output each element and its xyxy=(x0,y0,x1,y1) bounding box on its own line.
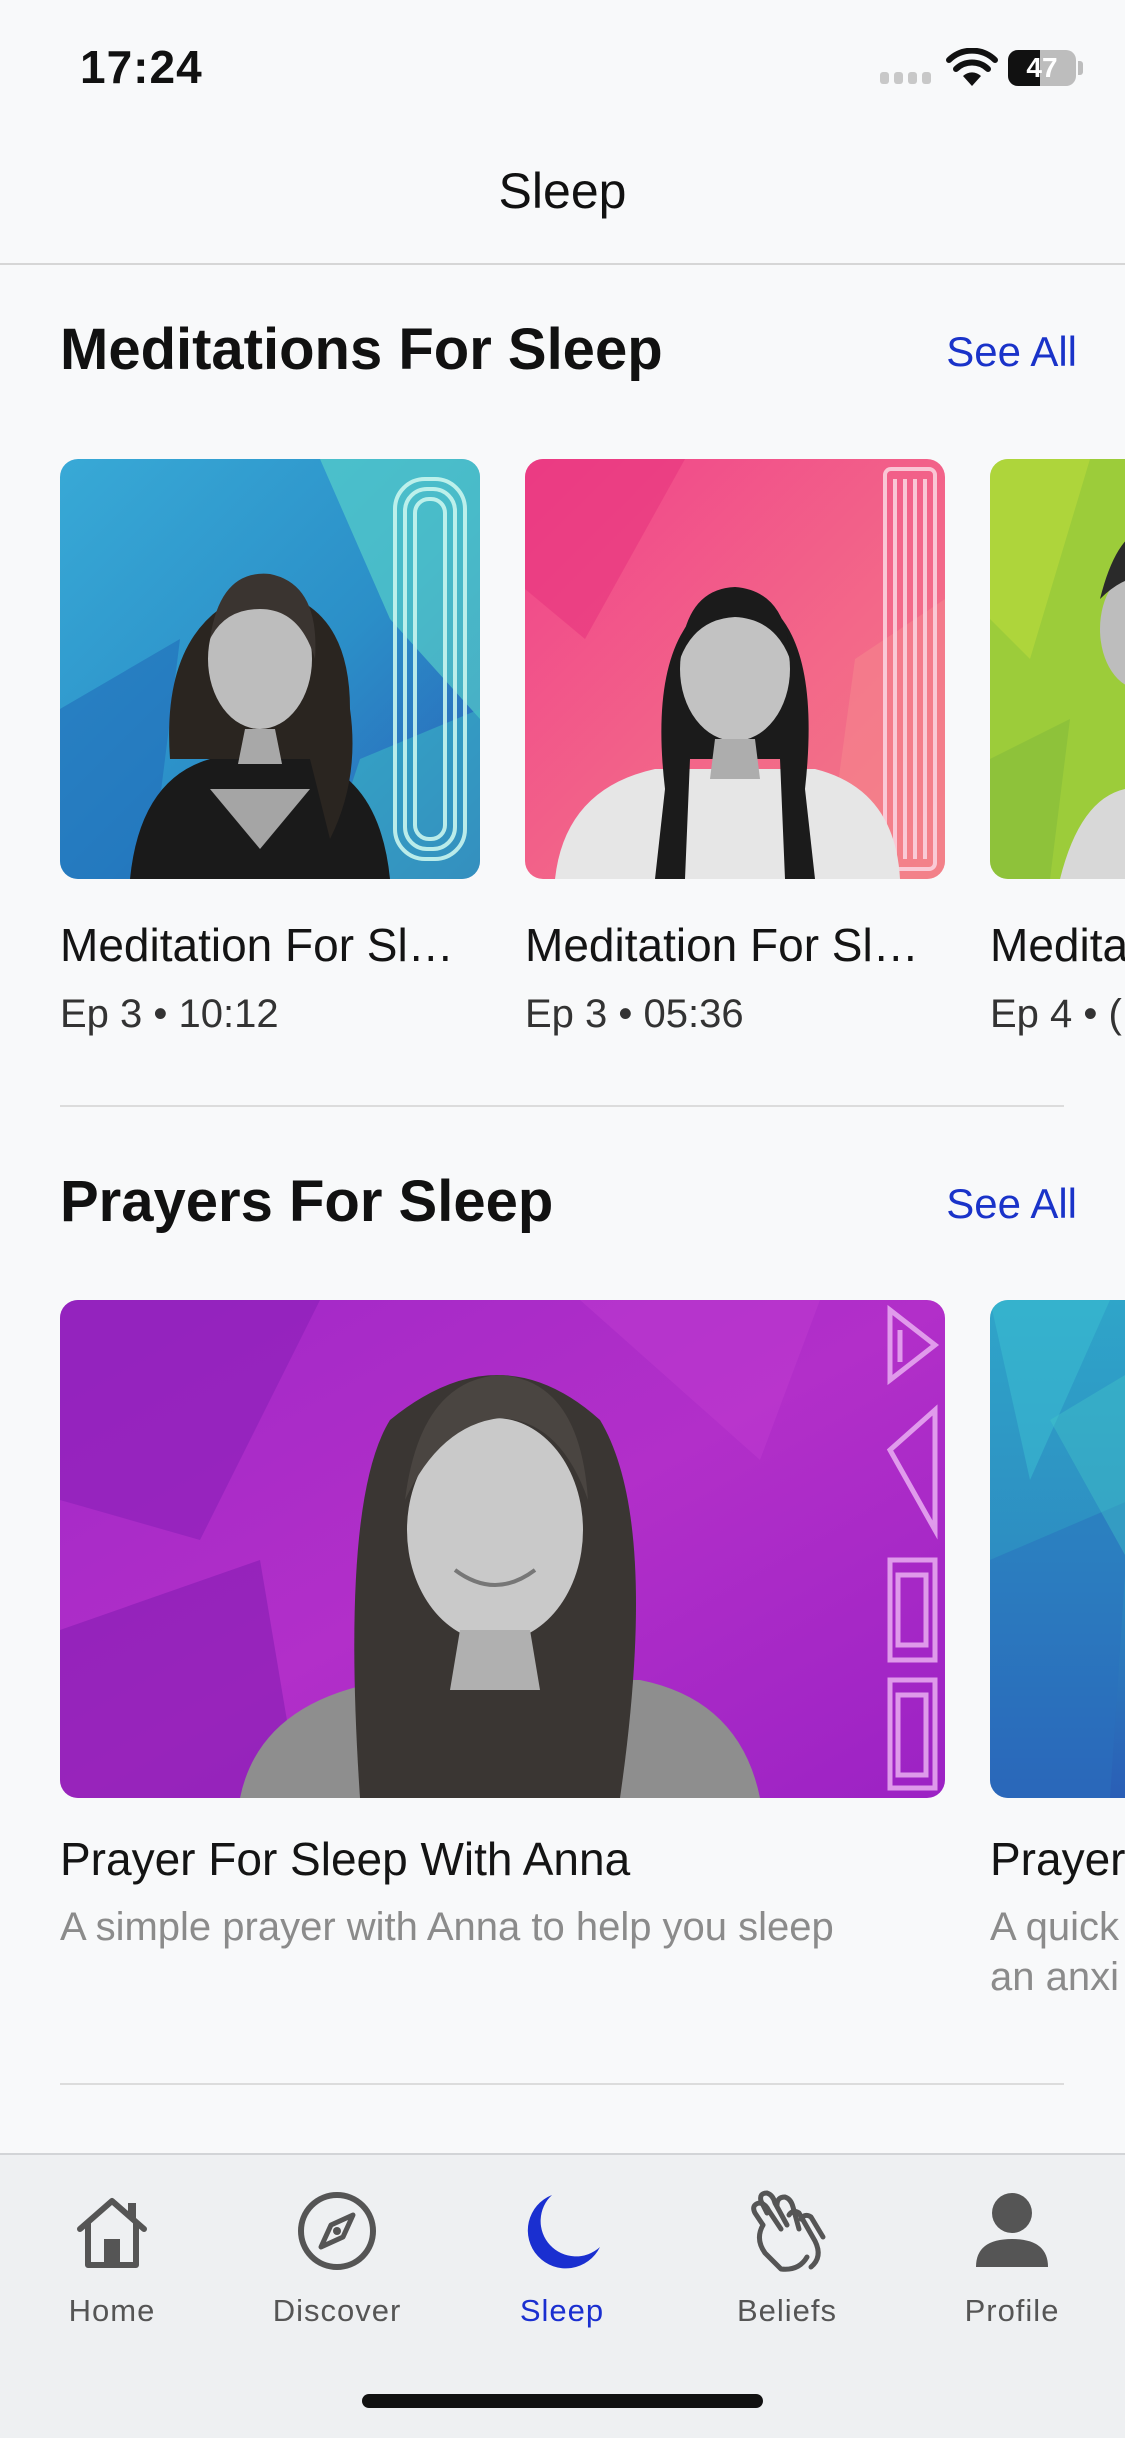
moon-icon xyxy=(527,2195,600,2269)
prayer-card-title-2: Prayer xyxy=(990,1833,1125,1885)
meditation-card-meta-1: Ep 3 • 10:12 xyxy=(60,992,279,1036)
see-all-meditations-link[interactable]: See All xyxy=(946,328,1077,376)
section-divider-1 xyxy=(60,1105,1064,1107)
praying-hands-icon xyxy=(751,2190,826,2272)
meditation-card-meta-3: Ep 4 • ( xyxy=(990,992,1122,1036)
prayer-card-subtitle-2-line2: an anxi xyxy=(990,1955,1119,1999)
tab-profile[interactable]: Profile xyxy=(912,2185,1112,2329)
prayer-thumbnail-1 xyxy=(60,1300,945,1798)
page-title: Sleep xyxy=(498,163,627,219)
prayer-card-subtitle-1: A simple prayer with Anna to help you sl… xyxy=(60,1905,834,1949)
meditation-thumbnail-1 xyxy=(60,459,480,879)
battery-level: 47 xyxy=(1026,52,1058,83)
prayer-thumbnail-2 xyxy=(990,1300,1125,1798)
meditation-card-title-1: Meditation For Sl… xyxy=(60,919,454,971)
meditation-thumbnail-2 xyxy=(525,459,945,879)
nav-divider xyxy=(0,263,1125,265)
status-bar: 17:24 47 xyxy=(0,0,1125,130)
cellular-signal-icon xyxy=(880,72,931,84)
section-divider-2 xyxy=(60,2083,1064,2085)
compass-icon xyxy=(298,2192,376,2270)
meditation-card-meta-2: Ep 3 • 05:36 xyxy=(525,992,744,1036)
see-all-prayers-link[interactable]: See All xyxy=(946,1180,1077,1228)
house-icon xyxy=(77,2198,147,2268)
tab-profile-label: Profile xyxy=(964,2293,1060,2328)
tab-sleep-label: Sleep xyxy=(519,2293,605,2328)
wifi-icon xyxy=(946,48,998,86)
prayer-card-title-1: Prayer For Sleep With Anna xyxy=(60,1833,631,1885)
tab-discover-label: Discover xyxy=(272,2293,402,2328)
person-icon xyxy=(976,2193,1048,2267)
tab-home-label: Home xyxy=(68,2293,156,2328)
meditation-card-title-3: Medita xyxy=(990,919,1125,971)
battery-icon: 47 xyxy=(1008,50,1076,86)
home-indicator xyxy=(362,2394,763,2408)
prayer-card-subtitle-2-line1: A quick xyxy=(990,1905,1119,1949)
tab-beliefs-label: Beliefs xyxy=(736,2293,838,2328)
tab-discover[interactable]: Discover xyxy=(237,2185,437,2329)
meditation-card-title-2: Meditation For Sl… xyxy=(525,919,919,971)
section-title-meditations: Meditations For Sleep xyxy=(60,317,663,382)
tab-sleep[interactable]: Sleep xyxy=(462,2185,662,2329)
battery-tip xyxy=(1078,61,1083,75)
section-title-prayers: Prayers For Sleep xyxy=(60,1169,554,1234)
tab-beliefs[interactable]: Beliefs xyxy=(687,2185,887,2329)
tab-home[interactable]: Home xyxy=(12,2185,212,2329)
status-time: 17:24 xyxy=(80,41,203,93)
meditation-thumbnail-3 xyxy=(990,459,1125,879)
